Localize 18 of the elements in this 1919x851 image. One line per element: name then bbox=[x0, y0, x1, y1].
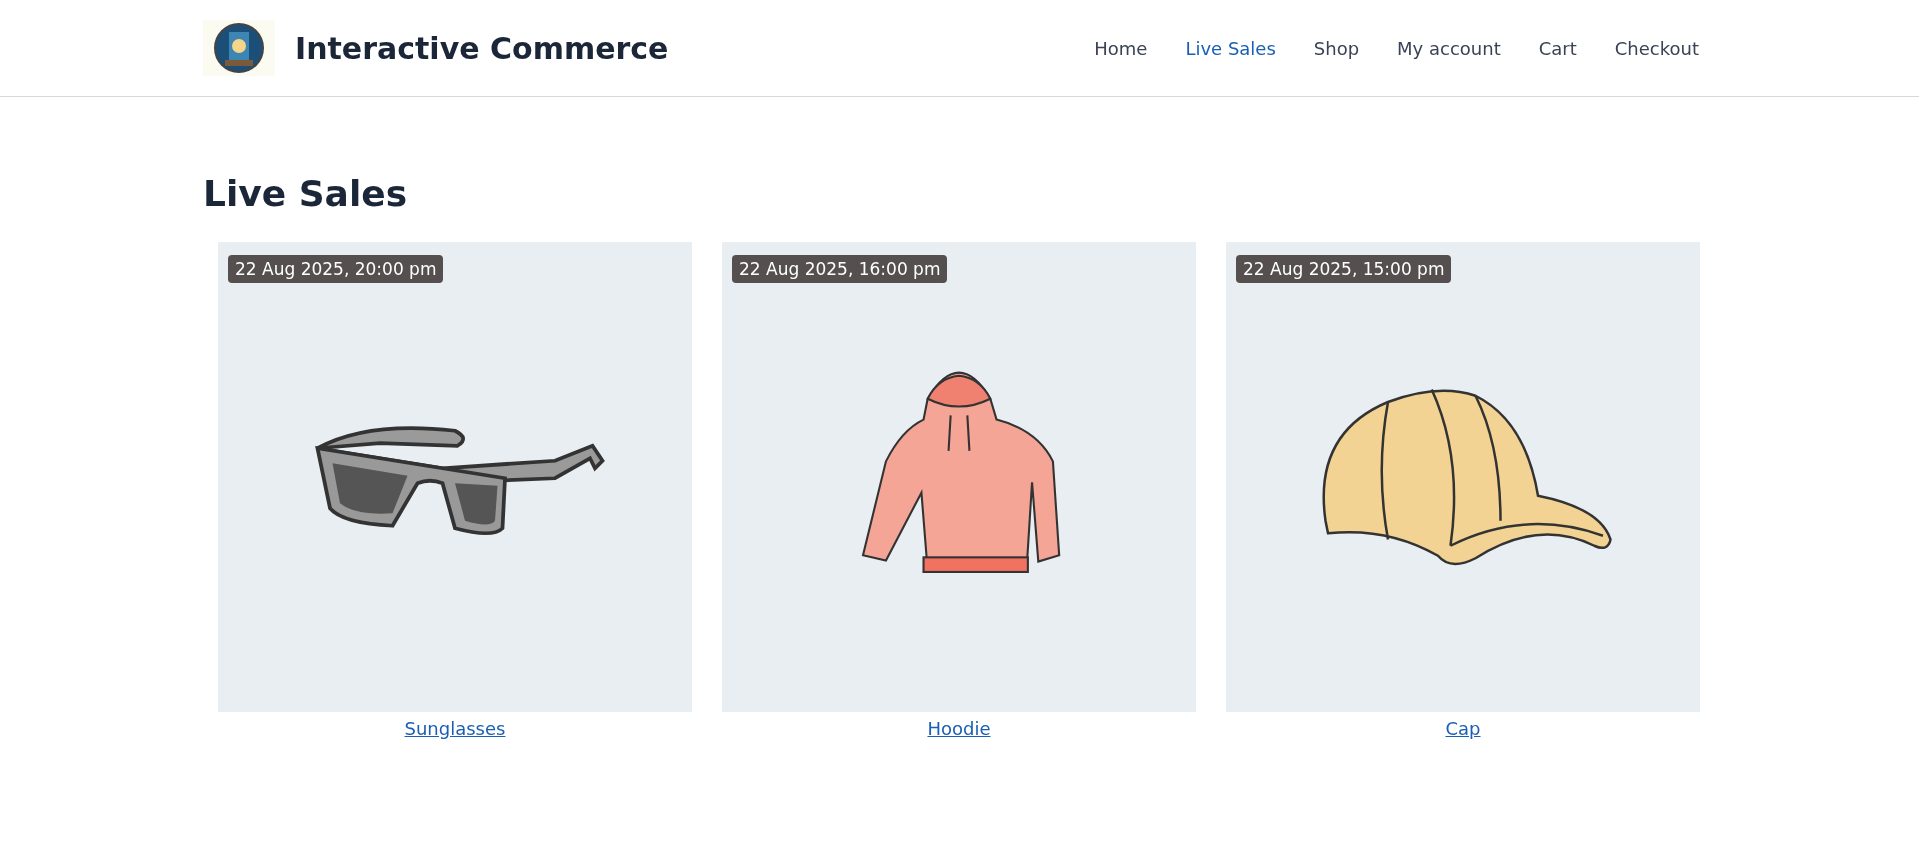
product-image[interactable]: 22 Aug 2025, 16:00 pm bbox=[722, 242, 1196, 712]
date-badge: 22 Aug 2025, 20:00 pm bbox=[228, 255, 444, 283]
nav-link[interactable]: Home bbox=[1094, 37, 1148, 59]
nav-link[interactable]: Cart bbox=[1538, 37, 1577, 59]
product-image[interactable]: 22 Aug 2025, 20:00 pm bbox=[218, 242, 692, 712]
nav-link[interactable]: My account bbox=[1397, 37, 1501, 59]
nav-link[interactable]: Live Sales bbox=[1185, 37, 1276, 59]
site-title[interactable]: Interactive Commerce bbox=[295, 30, 669, 66]
product-link[interactable]: Hoodie bbox=[927, 718, 991, 739]
logo-icon[interactable] bbox=[203, 20, 275, 76]
product-image[interactable]: 22 Aug 2025, 15:00 pm bbox=[1226, 242, 1700, 712]
date-badge: 22 Aug 2025, 16:00 pm bbox=[732, 255, 948, 283]
nav-link[interactable]: Shop bbox=[1313, 37, 1360, 59]
date-badge: 22 Aug 2025, 15:00 pm bbox=[1236, 255, 1452, 283]
page-heading: Live Sales bbox=[203, 173, 409, 214]
product-link[interactable]: Sunglasses bbox=[404, 718, 506, 739]
nav-link[interactable]: Checkout bbox=[1614, 37, 1699, 59]
product-link[interactable]: Cap bbox=[1445, 718, 1481, 739]
